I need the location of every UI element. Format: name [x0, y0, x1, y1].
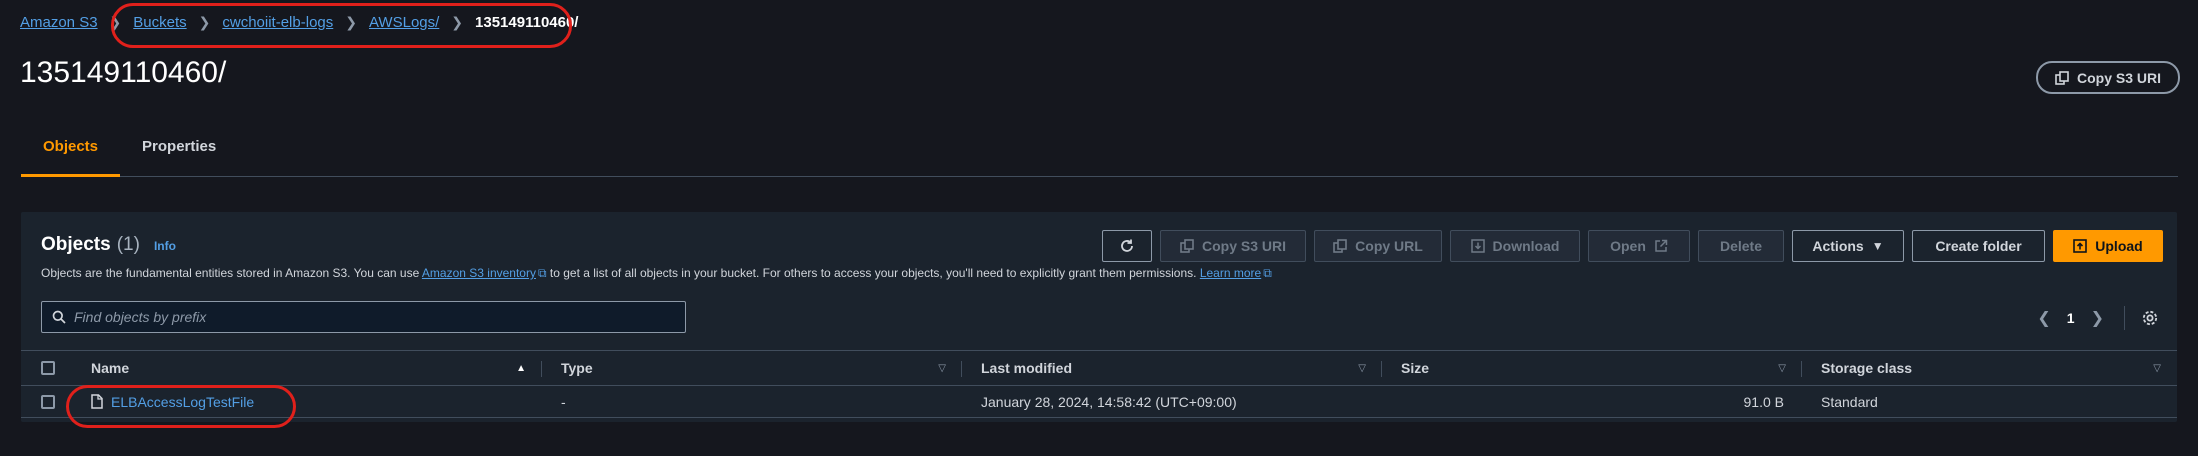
pagination: ❮ 1 ❯: [2037, 306, 2159, 330]
column-size-label: Size: [1401, 360, 1430, 376]
open-button[interactable]: Open: [1588, 230, 1690, 262]
caret-down-icon: ▼: [1871, 239, 1884, 253]
pagination-divider: [2124, 306, 2125, 330]
create-folder-label: Create folder: [1935, 238, 2022, 254]
settings-gear-icon[interactable]: [2141, 309, 2159, 327]
search-icon: [52, 310, 66, 324]
actions-dropdown[interactable]: Actions ▼: [1792, 230, 1904, 262]
objects-panel-header: Objects (1) Info: [41, 234, 176, 256]
search-box: [41, 301, 686, 333]
table-row: ELBAccessLogTestFile - January 28, 2024,…: [21, 386, 2177, 418]
delete-label: Delete: [1719, 238, 1763, 254]
copy-url-button[interactable]: Copy URL: [1314, 230, 1442, 262]
column-name-label: Name: [91, 360, 130, 376]
copy-icon: [2055, 70, 2069, 85]
breadcrumb-highlight-annotation: [111, 3, 572, 48]
breadcrumb-amazon-s3[interactable]: Amazon S3: [20, 14, 98, 31]
upload-button[interactable]: Upload: [2053, 230, 2163, 262]
refresh-icon: [1121, 239, 1133, 252]
download-icon: [1470, 239, 1485, 253]
column-header-storage-class[interactable]: Storage class ▽: [1802, 351, 2177, 385]
column-header-name[interactable]: Name ▲: [71, 351, 542, 385]
page-title: 135149110460/: [20, 56, 227, 89]
download-label: Download: [1492, 238, 1560, 254]
copy-s3-uri-button[interactable]: Copy S3 URI: [2036, 61, 2180, 94]
actions-label: Actions: [1812, 238, 1864, 254]
copy-s3-uri-label: Copy S3 URI: [2076, 69, 2161, 86]
external-link-icon: ⧉: [537, 266, 547, 280]
sort-icon[interactable]: ▽: [2153, 363, 2161, 374]
objects-title: Objects: [41, 234, 111, 255]
external-link-icon: [1655, 239, 1668, 252]
objects-count: (1): [116, 234, 140, 255]
row-storage-class-cell: Standard: [1821, 393, 1878, 410]
previous-page-icon[interactable]: ❮: [2037, 308, 2050, 328]
sort-ascending-icon[interactable]: ▲: [516, 363, 526, 374]
page-number[interactable]: 1: [2067, 310, 2075, 326]
objects-table: Name ▲ Type ▽ Last modified ▽ Size ▽ Sto…: [21, 350, 2177, 418]
column-header-type[interactable]: Type ▽: [542, 351, 962, 385]
upload-label: Upload: [2095, 238, 2143, 254]
info-link[interactable]: Info: [154, 239, 176, 253]
select-all-checkbox[interactable]: [41, 361, 55, 375]
copy-s3-uri-toolbar-label: Copy S3 URI: [1201, 238, 1286, 254]
objects-panel: Objects (1) Info Objects are the fundame…: [21, 212, 2177, 422]
objects-toolbar: Copy S3 URI Copy URL Download Open Delet…: [1102, 230, 2163, 262]
select-all-cell: [21, 351, 71, 385]
upload-icon: [2073, 239, 2088, 253]
delete-button[interactable]: Delete: [1698, 230, 1784, 262]
row-last-modified-cell: January 28, 2024, 14:58:42 (UTC+09:00): [981, 393, 1237, 410]
objects-description: Objects are the fundamental entities sto…: [41, 266, 1272, 281]
row-type-cell: -: [561, 393, 566, 410]
file-highlight-annotation: [66, 385, 296, 428]
tab-list: Objects Properties: [21, 124, 2178, 177]
sort-icon[interactable]: ▽: [1358, 363, 1366, 374]
row-size-value: 91.0 B: [1743, 393, 1784, 410]
row-select-cell: [21, 386, 71, 417]
next-page-icon[interactable]: ❯: [2091, 308, 2104, 328]
sort-icon[interactable]: ▽: [1778, 363, 1786, 374]
search-input[interactable]: [74, 309, 674, 325]
column-header-size[interactable]: Size ▽: [1382, 351, 1802, 385]
table-header: Name ▲ Type ▽ Last modified ▽ Size ▽ Sto…: [21, 350, 2177, 386]
description-text: Objects are the fundamental entities sto…: [41, 266, 422, 280]
learn-more-link[interactable]: Learn more: [1200, 266, 1261, 280]
column-header-last-modified[interactable]: Last modified ▽: [962, 351, 1382, 385]
tab-objects[interactable]: Objects: [21, 124, 121, 177]
external-link-icon: ⧉: [1263, 266, 1272, 280]
description-text-2: to get a list of all objects in your buc…: [546, 266, 1200, 280]
copy-s3-uri-toolbar-button[interactable]: Copy S3 URI: [1160, 230, 1306, 262]
column-storage-class-label: Storage class: [1821, 360, 1913, 376]
refresh-button[interactable]: [1102, 230, 1152, 262]
copy-icon: [1333, 239, 1347, 253]
create-folder-button[interactable]: Create folder: [1912, 230, 2045, 262]
tab-properties[interactable]: Properties: [120, 124, 238, 176]
open-label: Open: [1610, 238, 1646, 254]
row-checkbox[interactable]: [41, 394, 55, 409]
download-button[interactable]: Download: [1450, 230, 1580, 262]
sort-icon[interactable]: ▽: [938, 363, 946, 374]
row-size-cell: 91.0 B: [1382, 386, 1802, 417]
copy-icon: [1180, 239, 1194, 253]
column-type-label: Type: [561, 360, 593, 376]
s3-inventory-link[interactable]: Amazon S3 inventory: [422, 266, 536, 280]
copy-url-label: Copy URL: [1355, 238, 1423, 254]
column-last-modified-label: Last modified: [981, 360, 1073, 376]
